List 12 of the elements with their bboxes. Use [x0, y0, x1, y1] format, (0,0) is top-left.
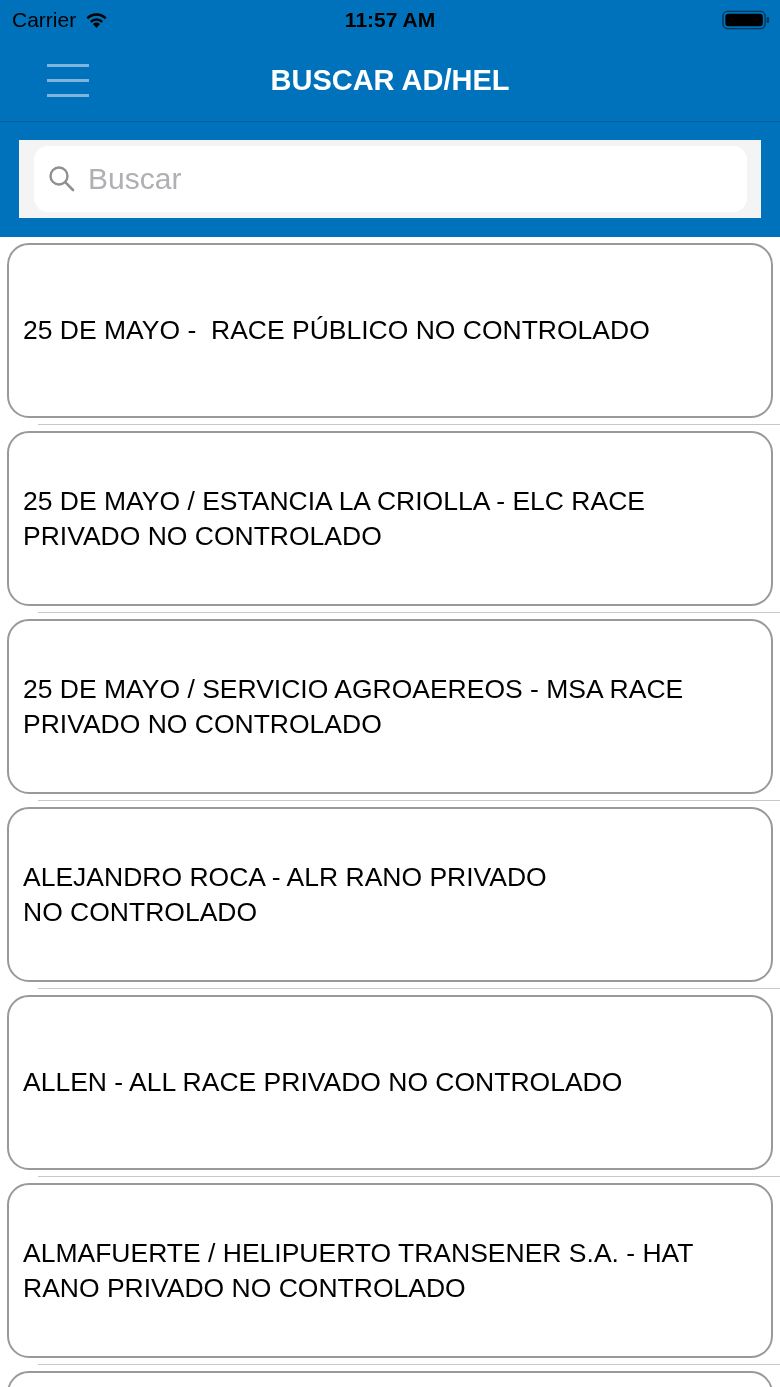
menu-icon[interactable] [47, 62, 91, 99]
result-item[interactable]: 25 DE MAYO / ESTANCIA LA CRIOLLA - ELC RACE PRIVADO NO CONTROLADO [7, 431, 773, 606]
result-item[interactable]: ALLEN - ALL RACE PRIVADO NO CONTROLADO [7, 995, 773, 1170]
result-item[interactable]: ALMAFUERTE / HELIPUERTO TRANSENER S.A. - HAT RANO PRIVADO NO CONTROLADO [7, 1183, 773, 1358]
clock-time: 11:57 AM [343, 8, 437, 32]
result-item[interactable]: 25 DE MAYO / SERVICIO AGROAEREOS - MSA RACE PRIVADO NO CONTROLADO [7, 619, 773, 794]
carrier-label: Carrier [12, 8, 77, 32]
search-field[interactable]: Buscar [34, 146, 747, 212]
screen-title: BUSCAR AD/HEL [270, 64, 510, 97]
result-item[interactable]: ALEJANDRO ROCA - ALR RANO PRIVADO NO CONTROLADO [7, 807, 773, 982]
battery-icon [722, 10, 770, 30]
result-item[interactable]: 25 DE MAYO - RACE PÚBLICO NO CONTROLADO [7, 243, 773, 418]
